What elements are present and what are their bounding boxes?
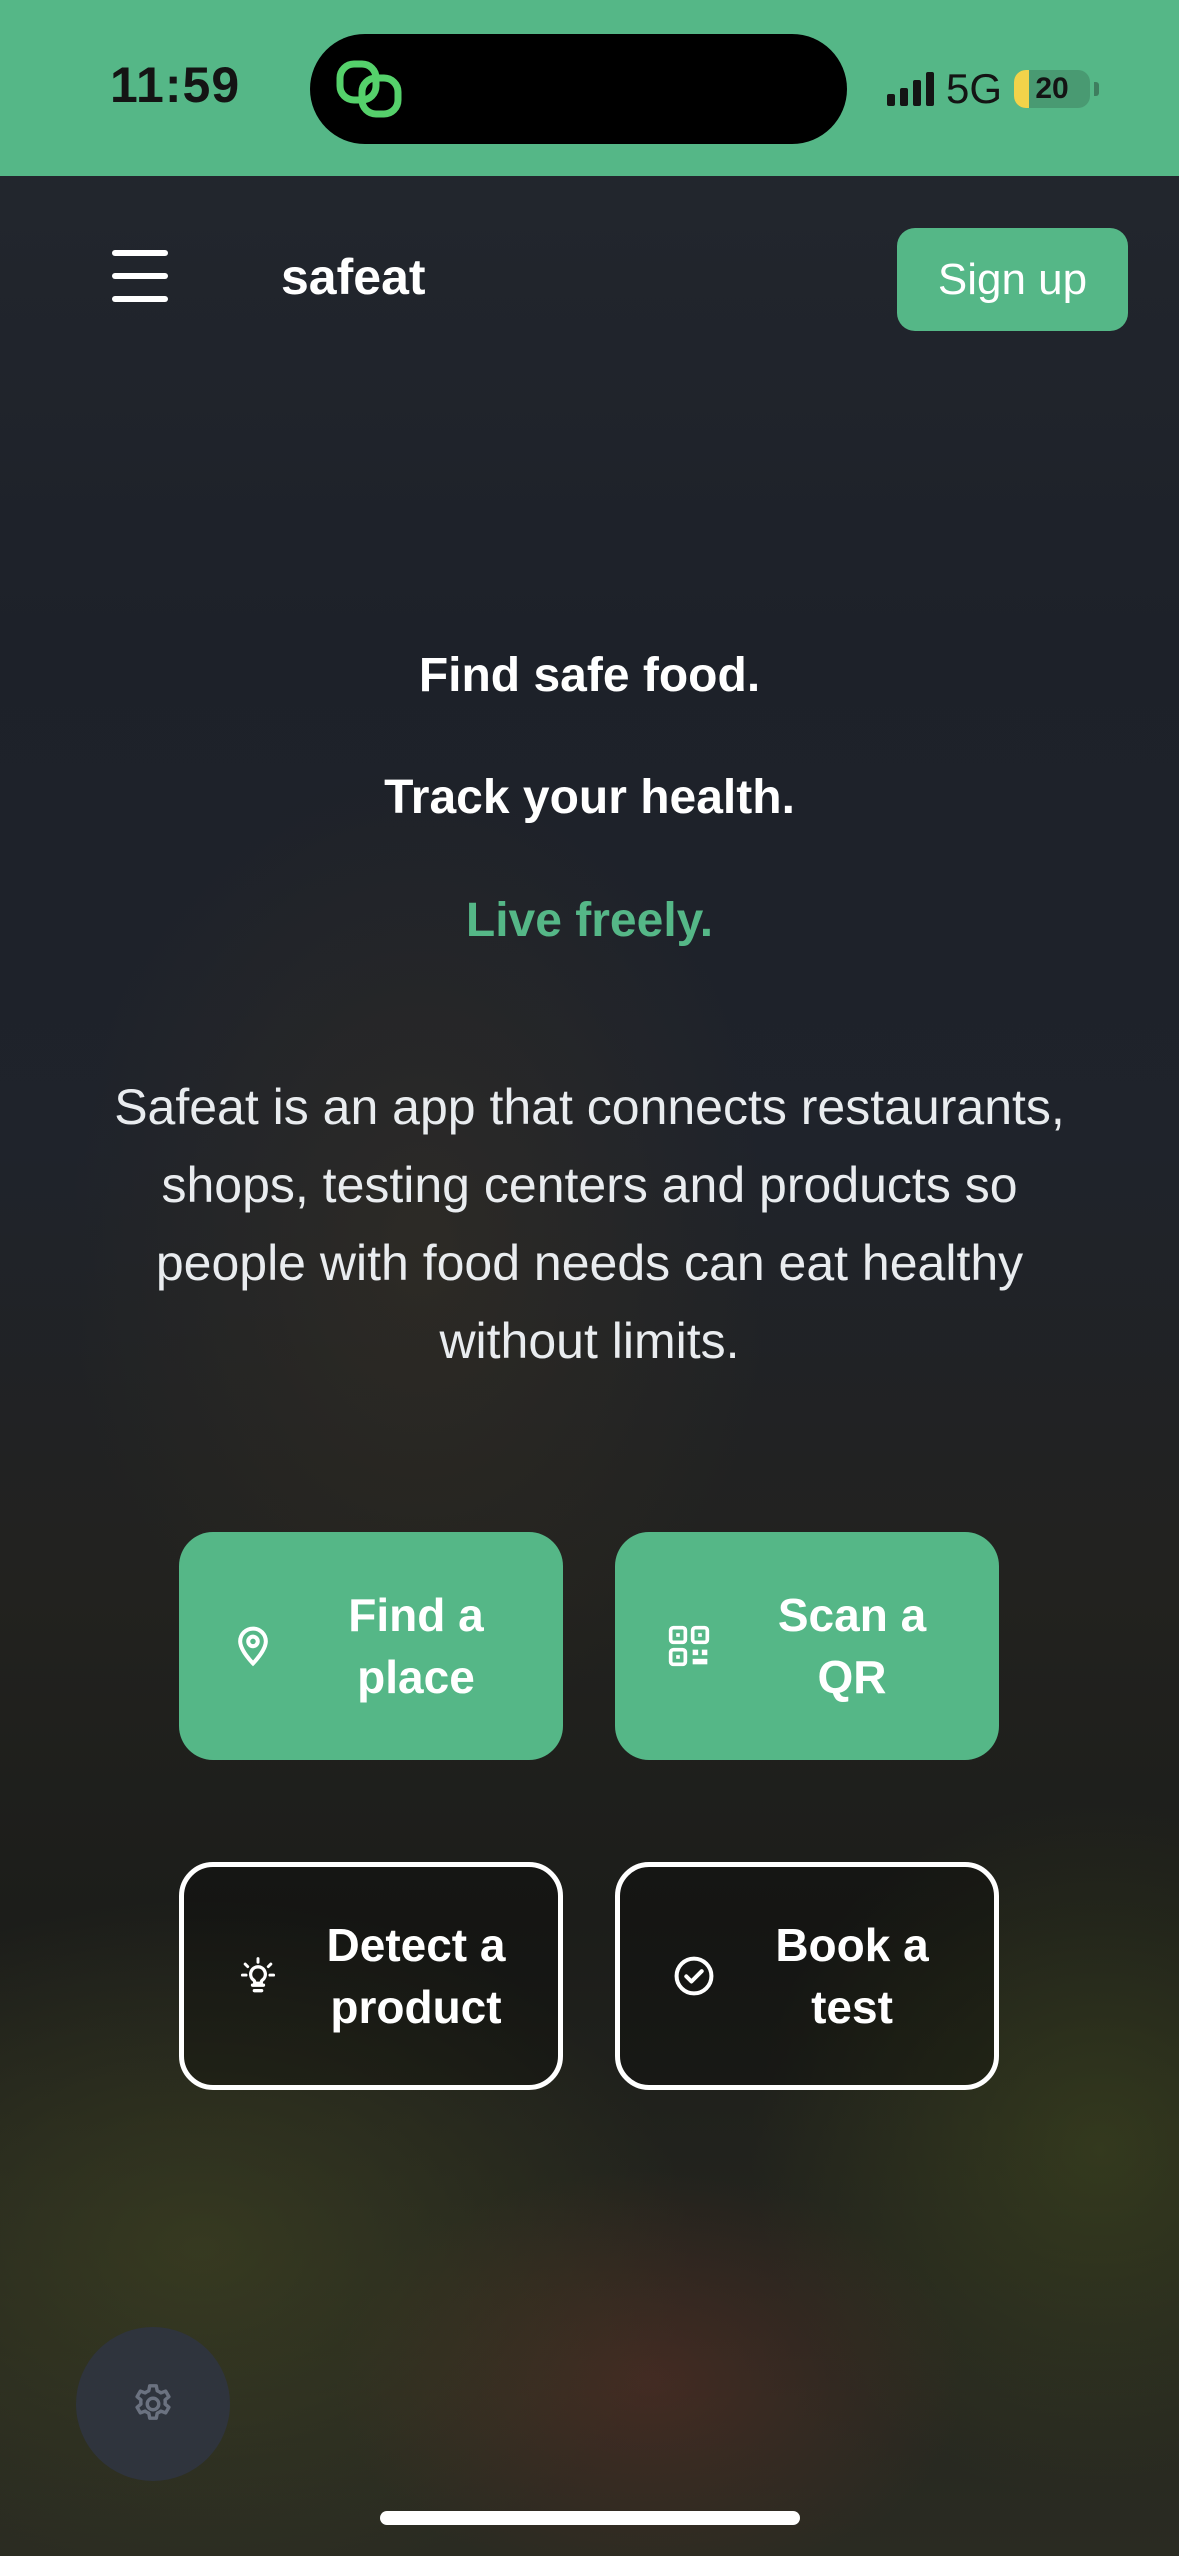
battery-level: 20: [1035, 72, 1069, 105]
battery-cap: [1094, 82, 1099, 96]
link-rings-icon: [336, 60, 402, 118]
network-type: 5G: [945, 65, 1002, 112]
find-place-label: Find a place: [348, 1589, 484, 1703]
check-circle-icon: [674, 1956, 714, 1996]
hero-tagline-3: Live freely.: [465, 894, 714, 947]
battery-icon: 20: [1014, 70, 1090, 108]
book-test-label: Book a test: [775, 1919, 929, 2033]
app-screen: 11:59 5G 20 safeat Sign up Find safe foo…: [0, 0, 1179, 2556]
hero-tagline-2: Track your health.: [384, 771, 795, 824]
status-time: 11:59: [110, 57, 241, 113]
gear-icon: [135, 2384, 171, 2420]
status-bar: 11:59 5G 20: [0, 0, 1179, 176]
detect-product-label: Detect a product: [326, 1919, 506, 2033]
scan-qr-label: Scan a QR: [777, 1589, 927, 1703]
cellular-signal-icon: [886, 72, 934, 106]
sign-up-button[interactable]: Sign up: [897, 228, 1128, 331]
brand-name: safeat: [281, 249, 426, 305]
dynamic-island: [310, 34, 847, 144]
map-pin-icon: [238, 1626, 268, 1667]
home-indicator[interactable]: [380, 2511, 800, 2525]
app-description: Safeat is an app that connects restauran…: [114, 1079, 1065, 1369]
status-indicators: 5G 20: [886, 64, 1099, 114]
book-test-button[interactable]: Book a test: [615, 1862, 999, 2090]
hamburger-menu-icon[interactable]: [108, 250, 172, 302]
find-place-button[interactable]: Find a place: [179, 1532, 563, 1760]
lightbulb-icon: [240, 1957, 276, 1993]
scan-qr-button[interactable]: Scan a QR: [615, 1532, 999, 1760]
hero-tagline-1: Find safe food.: [418, 649, 761, 702]
detect-product-button[interactable]: Detect a product: [179, 1862, 563, 2090]
qr-code-icon: [668, 1625, 710, 1667]
settings-button[interactable]: [76, 2327, 230, 2481]
